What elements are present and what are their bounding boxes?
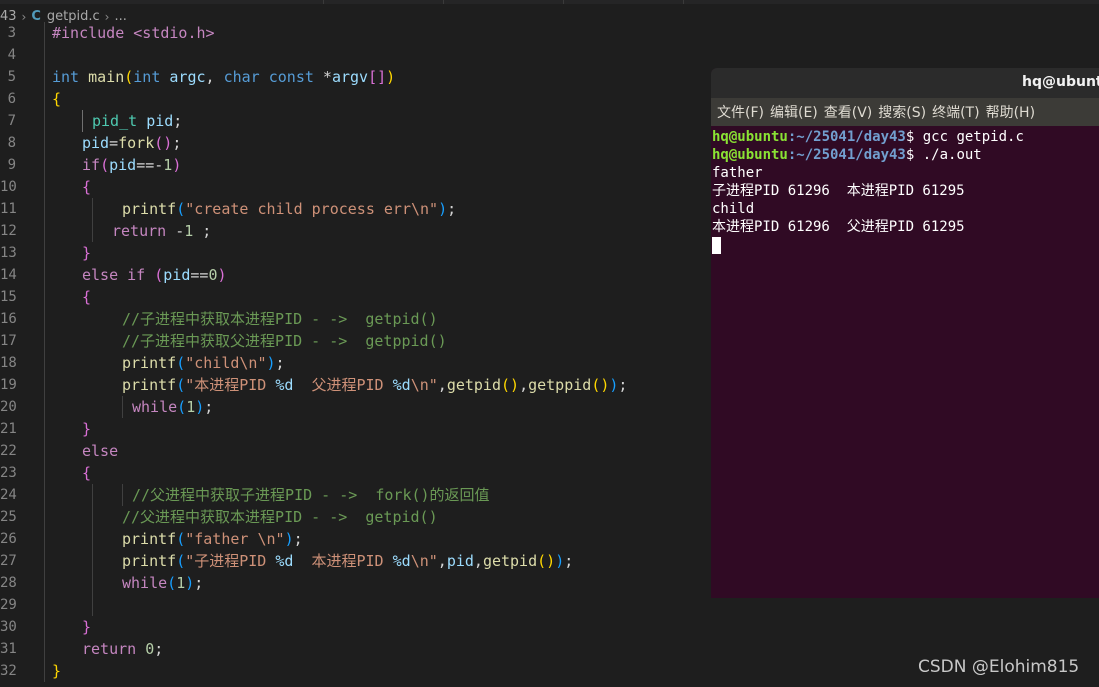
terminal-cursor — [712, 236, 721, 254]
menu-help[interactable]: 帮助(H) — [986, 102, 1035, 122]
terminal-line: hq@ubuntu:~/25041/day43$ gcc getpid.c — [712, 129, 1024, 145]
terminal-title: hq@ubuntu — [1022, 74, 1099, 90]
terminal-line: 本进程PID 61296 父进程PID 61295 — [712, 219, 965, 235]
terminal-line: child — [712, 201, 755, 217]
menu-view[interactable]: 查看(V) — [824, 102, 873, 122]
indent-guide — [92, 198, 93, 242]
terminal-line: hq@ubuntu:~/25041/day43$ ./a.out — [712, 147, 982, 163]
terminal-line: 子进程PID 61296 本进程PID 61295 — [712, 183, 965, 199]
terminal-titlebar[interactable]: hq@ubuntu — [711, 68, 1099, 98]
indent-guide — [122, 484, 123, 506]
indent-guide — [82, 110, 83, 132]
terminal-window[interactable]: hq@ubuntu 文件(F) 编辑(E) 查看(V) 搜索(S) 终端(T) … — [711, 68, 1099, 598]
menu-file[interactable]: 文件(F) — [717, 102, 764, 122]
menu-terminal[interactable]: 终端(T) — [932, 102, 979, 122]
indent-guide — [122, 396, 123, 418]
tab-strip — [0, 0, 1099, 4]
terminal-line — [712, 236, 1099, 254]
terminal-line: father — [712, 165, 763, 181]
watermark: CSDN @Elohim815 — [918, 657, 1080, 677]
terminal-menubar: 文件(F) 编辑(E) 查看(V) 搜索(S) 终端(T) 帮助(H) — [711, 98, 1099, 126]
terminal-output[interactable]: hq@ubuntu:~/25041/day43$ gcc getpid.c hq… — [712, 128, 1099, 254]
menu-search[interactable]: 搜索(S) — [878, 102, 926, 122]
menu-edit[interactable]: 编辑(E) — [770, 102, 818, 122]
indent-guide — [92, 484, 93, 616]
indent-guide — [44, 22, 45, 682]
